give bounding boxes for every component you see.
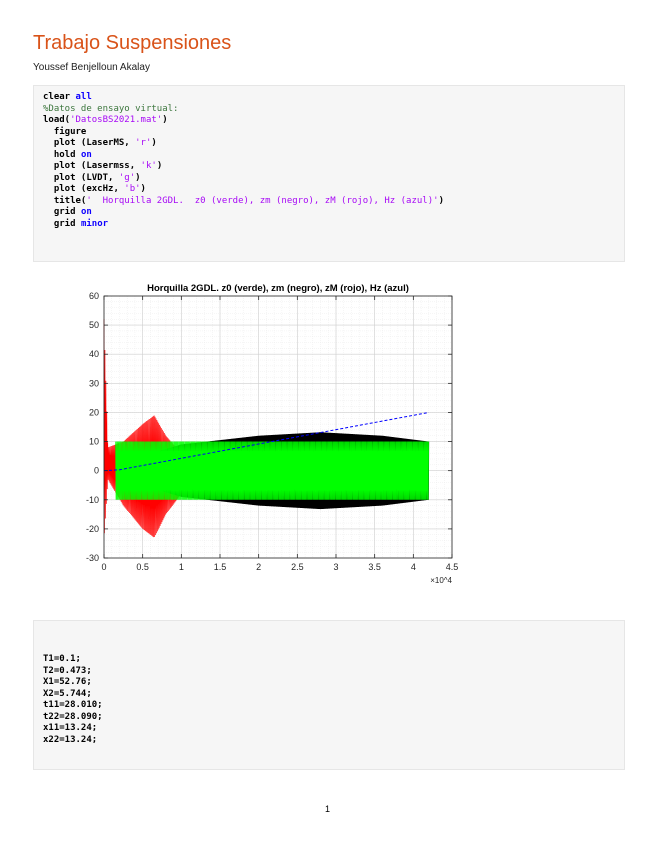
- code-token: ' Horquilla 2GDL. z0 (verde), zm (negro)…: [86, 195, 439, 206]
- y-tick-label: 40: [89, 349, 99, 359]
- y-tick-label: 0: [94, 466, 99, 476]
- code-line: clear all: [43, 92, 624, 104]
- code-token: load(: [43, 115, 71, 125]
- x-tick-label: 3.5: [368, 562, 381, 572]
- x-tick-label: 2.5: [291, 562, 304, 572]
- result-line: T1=0.1;: [43, 654, 81, 664]
- code-token: %Datos de ensayo virtual:: [43, 103, 179, 114]
- code-line: load('DatosBS2021.mat'): [43, 115, 624, 127]
- code-token: plot (Lasermss,: [43, 161, 141, 171]
- code-line: figure: [43, 127, 624, 139]
- code-token: figure: [43, 126, 87, 137]
- y-tick-label: 60: [89, 291, 99, 301]
- result-line: t11=28.010;: [43, 700, 103, 710]
- code-token: on: [80, 149, 92, 160]
- code-token: clear: [43, 92, 76, 102]
- x-tick-label: 4: [411, 562, 416, 572]
- code-token: title(: [43, 195, 87, 206]
- code-line: plot (LaserMS, 'r'): [43, 138, 624, 150]
- code-line: grid minor: [43, 219, 624, 231]
- code-token: hold: [43, 149, 81, 160]
- result-line: x11=13.24;: [43, 723, 98, 733]
- result-line: X1=52.76;: [43, 677, 92, 687]
- code-line: grid on: [43, 207, 624, 219]
- code-token: ): [151, 138, 157, 148]
- author-name: Youssef Benjelloun Akalay: [33, 62, 150, 73]
- code-block-results: T1=0.1; T2=0.473; X1=52.76; X2=5.744; t11=28…: [33, 620, 625, 770]
- y-tick-label: 20: [89, 407, 99, 417]
- x-tick-label: 4.5: [446, 562, 459, 572]
- code-token: ): [140, 184, 146, 194]
- y-tick-label: 30: [89, 378, 99, 388]
- document-title: Trabajo Suspensiones: [33, 32, 232, 54]
- code-line: plot (excHz, 'b'): [43, 184, 624, 196]
- code-line: title(' Horquilla 2GDL. z0 (verde), zm (…: [43, 196, 624, 208]
- chart-svg: 0 0.5 1 1.5 2 2.5 3 3.5 4 4.5 -30 -20 -10 0 10 20 30 40 50…: [86, 283, 459, 585]
- code-token: grid: [43, 218, 81, 229]
- x-tick-label: 1.5: [214, 562, 227, 572]
- code-line: plot (LVDT, 'g'): [43, 173, 624, 185]
- code-line: plot (Lasermss, 'k'): [43, 161, 624, 173]
- result-line: T2=0.473;: [43, 665, 92, 676]
- code-token: minor: [80, 218, 109, 229]
- x-tick-label: 0: [101, 562, 106, 572]
- x-exponent-label: ×10^4: [430, 576, 452, 585]
- code-token: ): [162, 115, 168, 125]
- figure-plot: 0 0.5 1 1.5 2 2.5 3 3.5 4 4.5 -30 -20 -10 0 10 20 30 40 50…: [70, 278, 470, 608]
- x-tick-label: 2: [256, 562, 261, 572]
- code-token: 'g': [118, 172, 136, 183]
- code-token: ): [135, 172, 141, 183]
- code-token: ): [156, 161, 163, 171]
- page-number: 1: [324, 804, 330, 814]
- code-token: plot (excHz,: [43, 184, 125, 194]
- result-line: X2=5.744;: [43, 688, 92, 699]
- y-tick-label: -10: [86, 495, 99, 505]
- chart-title: Horquilla 2GDL. z0 (verde), zm (negro), …: [147, 283, 409, 294]
- code-token: all: [75, 92, 92, 102]
- code-token: plot (LaserMS,: [43, 138, 136, 148]
- code-token: 'DatosBS2021.mat': [70, 115, 163, 125]
- code-block-matlab: clear all %Datos de ensayo virtual: load('…: [33, 85, 625, 262]
- result-line: x22=13.24;: [43, 734, 98, 745]
- x-tick-label: 3: [333, 562, 338, 572]
- code-line: hold on: [43, 150, 624, 162]
- result-line: t22=28.090;: [43, 711, 103, 722]
- x-tick-label: 0.5: [136, 562, 149, 572]
- y-tick-label: 50: [89, 320, 99, 330]
- code-token: 'r': [135, 138, 152, 148]
- x-tick-label: 1: [179, 562, 184, 572]
- y-tick-label: -30: [86, 553, 99, 563]
- code-token: grid: [43, 207, 81, 217]
- y-tick-label: 10: [89, 437, 99, 447]
- code-token: 'b': [124, 184, 141, 194]
- y-tick-label: -20: [86, 524, 99, 534]
- code-token: on: [80, 207, 92, 217]
- code-line: %Datos de ensayo virtual:: [43, 104, 624, 116]
- code-token: plot (LVDT,: [43, 172, 119, 183]
- code-token: ): [438, 195, 444, 206]
- code-token: 'k': [140, 161, 157, 171]
